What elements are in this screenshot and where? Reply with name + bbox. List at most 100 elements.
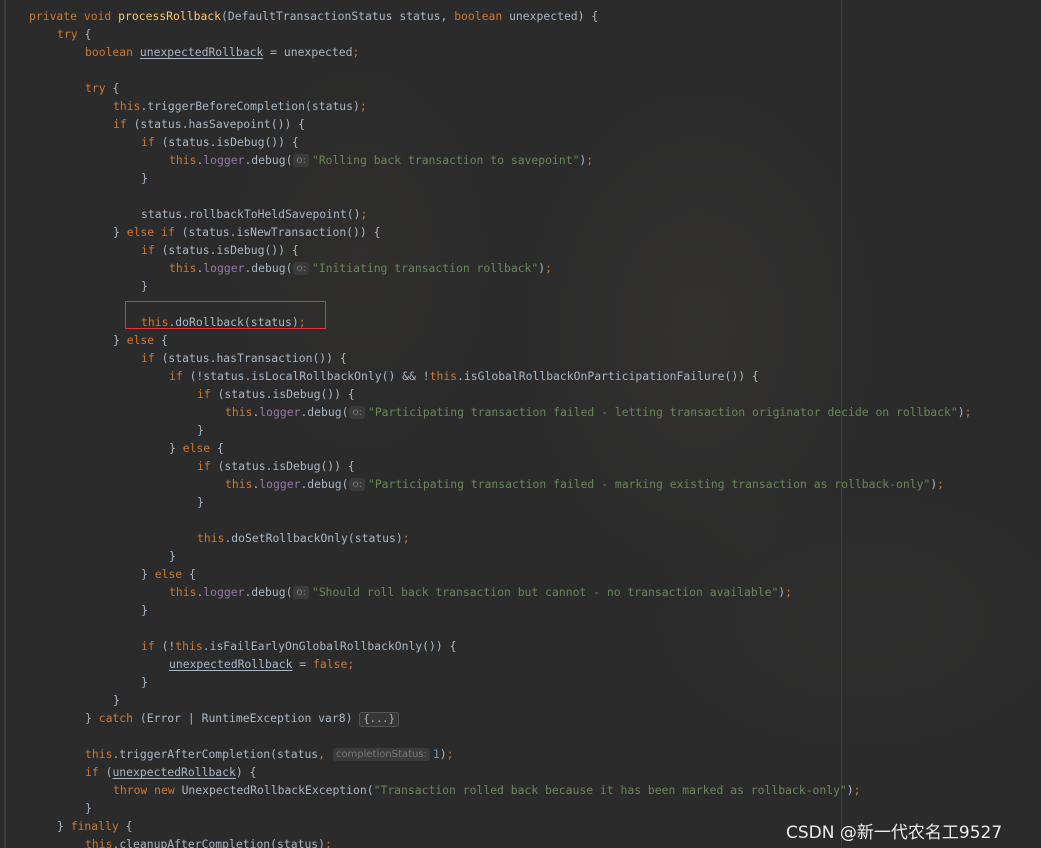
keyword-token: ; (853, 783, 861, 797)
field-token: logger (259, 477, 301, 491)
code-line[interactable]: try { (29, 25, 1041, 43)
code-token: } (197, 423, 204, 437)
keyword-token: this (113, 99, 141, 113)
code-line[interactable]: private void processRollback(DefaultTran… (29, 7, 1041, 25)
code-line[interactable]: unexpectedRollback = false; (29, 655, 1041, 673)
string-literal: "Participating transaction failed - lett… (367, 405, 958, 419)
code-line[interactable]: } else { (29, 331, 1041, 349)
keyword-token: this (429, 369, 458, 383)
code-line[interactable]: try { (29, 79, 1041, 97)
keyword-token: this (169, 153, 197, 167)
code-line[interactable]: if (status.isDebug()) { (29, 133, 1041, 151)
code-line[interactable] (29, 727, 1041, 745)
keyword-token: ; (964, 405, 972, 419)
code-token: .debug( (244, 585, 293, 599)
code-line[interactable]: } else if (status.isNewTransaction()) { (29, 223, 1041, 241)
keyword-token: if (141, 243, 162, 257)
code-line[interactable]: boolean unexpectedRollback = unexpected; (29, 43, 1041, 61)
code-line[interactable]: if (status.isDebug()) { (29, 241, 1041, 259)
code-line[interactable]: } (29, 547, 1041, 565)
code-area[interactable]: private void processRollback(DefaultTran… (29, 7, 1041, 848)
code-line[interactable] (29, 619, 1041, 637)
code-line[interactable]: if (unexpectedRollback) { (29, 763, 1041, 781)
code-line[interactable]: } (29, 601, 1041, 619)
code-line[interactable]: this.doSetRollbackOnly(status); (29, 529, 1041, 547)
code-line[interactable]: } (29, 493, 1041, 511)
string-literal: "Rolling back transaction to savepoint" (311, 153, 580, 167)
keyword-token: , (318, 747, 332, 761)
method-name-token: processRollback (118, 9, 222, 23)
code-token: { (125, 819, 133, 833)
code-line[interactable]: this.triggerAfterCompletion(status, comp… (29, 745, 1041, 763)
code-line[interactable]: if (!status.isLocalRollbackOnly() && !th… (29, 367, 1041, 385)
code-token: (status.isDebug()) { (161, 243, 299, 257)
code-token: ) (846, 783, 854, 797)
code-line[interactable]: } (29, 691, 1041, 709)
folded-code-block[interactable]: {...} (359, 712, 399, 727)
code-line[interactable]: throw new UnexpectedRollbackException("T… (29, 781, 1041, 799)
keyword-token: ; (352, 45, 360, 59)
gutter-divider (4, 0, 6, 848)
code-line[interactable]: } catch (Error | RuntimeException var8) … (29, 709, 1041, 727)
code-token: .isGlobalRollbackOnParticipationFailure(… (457, 369, 759, 383)
code-line[interactable] (29, 187, 1041, 205)
code-token: (Error | RuntimeException var8) (139, 711, 360, 725)
code-line[interactable]: } (29, 421, 1041, 439)
keyword-token: try (57, 27, 85, 41)
code-token: .triggerAfterCompletion(status (112, 747, 319, 761)
code-line[interactable]: this.logger.debug(o: "Participating trans… (29, 403, 1041, 421)
field-token: logger (259, 405, 301, 419)
code-line[interactable]: this.logger.debug(o: "Initiating transact… (29, 259, 1041, 277)
code-token: } (113, 333, 127, 347)
keyword-token: ; (937, 477, 945, 491)
code-line[interactable]: this.triggerBeforeCompletion(status); (29, 97, 1041, 115)
parameter-hint: completionStatus: (332, 748, 430, 761)
keyword-token: catch (98, 711, 140, 725)
code-token: ) (957, 405, 965, 419)
code-line[interactable]: } (29, 799, 1041, 817)
code-token: .debug( (300, 477, 349, 491)
code-line[interactable]: } else { (29, 565, 1041, 583)
field-token: logger (203, 153, 245, 167)
code-line[interactable]: this.logger.debug(o: "Rolling back transa… (29, 151, 1041, 169)
keyword-token: this (197, 531, 225, 545)
code-line[interactable]: if (status.hasTransaction()) { (29, 349, 1041, 367)
code-token: (DefaultTransactionStatus status, (221, 9, 455, 23)
code-line[interactable]: } (29, 169, 1041, 187)
code-line[interactable]: if (status.isDebug()) { (29, 385, 1041, 403)
code-token: { (189, 567, 196, 581)
parameter-hint: o: (293, 154, 309, 167)
code-line[interactable]: this.logger.debug(o: "Should roll back tr… (29, 583, 1041, 601)
code-line[interactable]: if (!this.isFailEarlyOnGlobalRollbackOnl… (29, 637, 1041, 655)
code-token: .cleanupAfterCompletion(status) (112, 837, 326, 848)
code-line[interactable]: status.rollbackToHeldSavepoint(); (29, 205, 1041, 223)
code-line[interactable] (29, 61, 1041, 79)
code-token: (status.isNewTransaction()) { (181, 225, 381, 239)
keyword-token: ; (402, 531, 410, 545)
code-token: } (141, 171, 148, 185)
code-token: { (84, 27, 92, 41)
code-editor[interactable]: private void processRollback(DefaultTran… (0, 0, 1041, 848)
keyword-token: this (225, 405, 253, 419)
code-token: = unexpected (263, 45, 353, 59)
parameter-hint: o: (349, 478, 365, 491)
code-line[interactable]: } (29, 673, 1041, 691)
keyword-token: else (126, 333, 162, 347)
code-line[interactable]: if (status.isDebug()) { (29, 457, 1041, 475)
code-line[interactable]: this.logger.debug(o: "Participating trans… (29, 475, 1041, 493)
code-line[interactable] (29, 511, 1041, 529)
keyword-token: this (85, 837, 113, 848)
string-literal: "Initiating transaction rollback" (311, 261, 539, 275)
keyword-token: boolean (85, 45, 140, 59)
code-line[interactable]: } else { (29, 439, 1041, 457)
code-token: } (141, 675, 148, 689)
keyword-token: else (182, 441, 218, 455)
code-line[interactable]: } (29, 277, 1041, 295)
code-token: } (57, 819, 71, 833)
keyword-token: if (141, 135, 162, 149)
parameter-hint: o: (349, 406, 365, 419)
watermark: CSDN @新一代农名工9527 (786, 823, 1003, 843)
code-line[interactable]: if (status.hasSavepoint()) { (29, 115, 1041, 133)
keyword-token: this (225, 477, 253, 491)
field-token: logger (203, 261, 245, 275)
